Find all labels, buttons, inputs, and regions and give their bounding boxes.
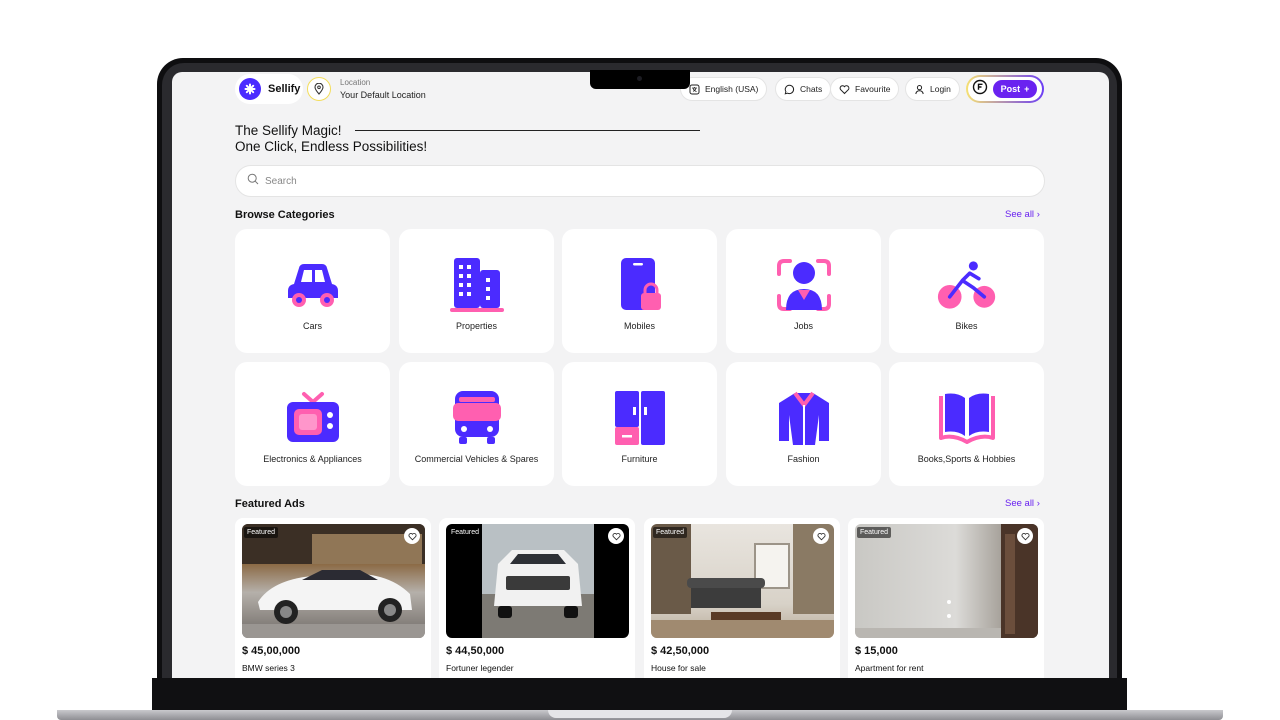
login-button[interactable]: Login bbox=[905, 77, 960, 101]
ad-title: House for sale bbox=[651, 663, 706, 673]
brand-logo[interactable]: Sellify bbox=[235, 74, 303, 104]
hero-heading: The Sellify Magic! One Click, Endless Po… bbox=[235, 123, 427, 155]
location-pin-icon bbox=[307, 77, 331, 101]
category-label: Jobs bbox=[793, 321, 813, 331]
search-bar[interactable] bbox=[235, 165, 1045, 197]
language-label: English (USA) bbox=[705, 84, 759, 94]
category-card-properties[interactable]: Properties bbox=[399, 229, 554, 353]
featured-badge: Featured bbox=[653, 527, 688, 538]
ad-image-living-room bbox=[651, 524, 834, 638]
ad-title: BMW series 3 bbox=[242, 663, 295, 673]
translate-icon bbox=[689, 84, 700, 95]
person-icon bbox=[774, 255, 834, 315]
ad-price: $ 44,50,000 bbox=[446, 645, 505, 657]
category-label: Fashion bbox=[787, 454, 820, 464]
category-card-jobs[interactable]: Jobs bbox=[726, 229, 881, 353]
chats-button[interactable]: Chats bbox=[775, 77, 832, 101]
book-icon bbox=[937, 388, 997, 448]
car-icon bbox=[283, 255, 343, 315]
category-card-bikes[interactable]: Bikes bbox=[889, 229, 1044, 353]
category-label: Furniture bbox=[621, 454, 658, 464]
hero-divider bbox=[355, 130, 700, 131]
hero-line-1: The Sellify Magic! bbox=[235, 123, 342, 138]
favourite-heart-icon[interactable] bbox=[1017, 528, 1033, 544]
camera-notch bbox=[590, 70, 690, 89]
ad-title: Fortuner legender bbox=[446, 663, 514, 673]
category-label: Bikes bbox=[955, 321, 978, 331]
category-card-commercial-vehicles[interactable]: Commercial Vehicles & Spares bbox=[399, 362, 554, 486]
ad-price: $ 15,000 bbox=[855, 645, 898, 657]
favourite-heart-icon[interactable] bbox=[404, 528, 420, 544]
chats-label: Chats bbox=[800, 84, 823, 94]
featured-see-all-link[interactable]: See all › bbox=[1005, 498, 1040, 509]
post-label: Post bbox=[1000, 84, 1021, 94]
chevron-right-icon: › bbox=[1036, 498, 1040, 509]
user-icon bbox=[914, 84, 925, 95]
featured-badge: Featured bbox=[448, 527, 483, 538]
cabinet-icon bbox=[610, 388, 670, 448]
ad-price: $ 42,50,000 bbox=[651, 645, 710, 657]
jacket-icon bbox=[774, 388, 834, 448]
building-icon bbox=[447, 255, 507, 315]
ad-card[interactable]: Featured $ 44,50,000 Fortuner legender bbox=[439, 518, 635, 678]
ad-title: Apartment for rent bbox=[855, 663, 924, 673]
browse-categories-title: Browse Categories bbox=[235, 209, 335, 221]
category-card-cars[interactable]: Cars bbox=[235, 229, 390, 353]
category-label: Commercial Vehicles & Spares bbox=[414, 454, 539, 464]
hero-line-2: One Click, Endless Possibilities! bbox=[235, 139, 428, 154]
category-label: Cars bbox=[302, 321, 322, 331]
location-label: Location bbox=[340, 78, 371, 87]
category-card-electronics[interactable]: Electronics & Appliances bbox=[235, 362, 390, 486]
language-selector[interactable]: English (USA) bbox=[680, 77, 768, 101]
location-value: Your Default Location bbox=[340, 90, 426, 100]
favourite-label: Favourite bbox=[855, 84, 891, 94]
brand-name: Sellify bbox=[268, 83, 301, 95]
favourite-heart-icon[interactable] bbox=[813, 528, 829, 544]
favourite-heart-icon[interactable] bbox=[608, 528, 624, 544]
category-label: Electronics & Appliances bbox=[263, 454, 362, 464]
plus-icon: + bbox=[1024, 84, 1030, 94]
sellify-logo-icon bbox=[239, 78, 261, 100]
bus-icon bbox=[447, 388, 507, 448]
featured-ads-title: Featured Ads bbox=[235, 498, 305, 510]
category-label: Books,Sports & Hobbies bbox=[917, 454, 1016, 464]
featured-badge: Featured bbox=[857, 527, 892, 538]
category-card-mobiles[interactable]: Mobiles bbox=[562, 229, 717, 353]
categories-see-all-link[interactable]: See all › bbox=[1005, 209, 1040, 220]
favourite-button[interactable]: Favourite bbox=[830, 77, 900, 101]
search-icon bbox=[247, 172, 259, 190]
chat-bubble-icon bbox=[784, 84, 795, 95]
heart-icon bbox=[839, 84, 850, 95]
category-label: Properties bbox=[455, 321, 498, 331]
ad-card[interactable]: Featured $ 42,50,000 House for sale bbox=[644, 518, 840, 678]
location-selector[interactable]: Location Your Default Location bbox=[307, 74, 507, 104]
category-label: Mobiles bbox=[623, 321, 655, 331]
search-input[interactable] bbox=[265, 175, 965, 187]
ad-card[interactable]: Featured $ 45,00,000 BMW series 3 bbox=[235, 518, 431, 678]
ad-image-car bbox=[242, 524, 425, 638]
login-label: Login bbox=[930, 84, 951, 94]
category-card-furniture[interactable]: Furniture bbox=[562, 362, 717, 486]
browser-screen: Sellify Location Your Default Location E… bbox=[172, 72, 1109, 678]
ad-image-apartment bbox=[855, 524, 1038, 638]
laptop-bezel-bottom bbox=[152, 678, 1127, 710]
post-ad-button[interactable]: Post + bbox=[966, 75, 1044, 103]
category-card-fashion[interactable]: Fashion bbox=[726, 362, 881, 486]
mobile-lock-icon bbox=[610, 255, 670, 315]
featured-badge: Featured bbox=[244, 527, 279, 538]
ad-image-suv bbox=[446, 524, 629, 638]
tv-icon bbox=[283, 388, 343, 448]
laptop-base-notch bbox=[548, 710, 732, 718]
chevron-right-icon: › bbox=[1036, 209, 1040, 220]
coin-icon bbox=[972, 79, 988, 100]
ad-card[interactable]: Featured $ 15,000 Apartment for rent bbox=[848, 518, 1044, 678]
ad-price: $ 45,00,000 bbox=[242, 645, 301, 657]
bicycle-icon bbox=[937, 255, 997, 315]
category-card-books-sports-hobbies[interactable]: Books,Sports & Hobbies bbox=[889, 362, 1044, 486]
